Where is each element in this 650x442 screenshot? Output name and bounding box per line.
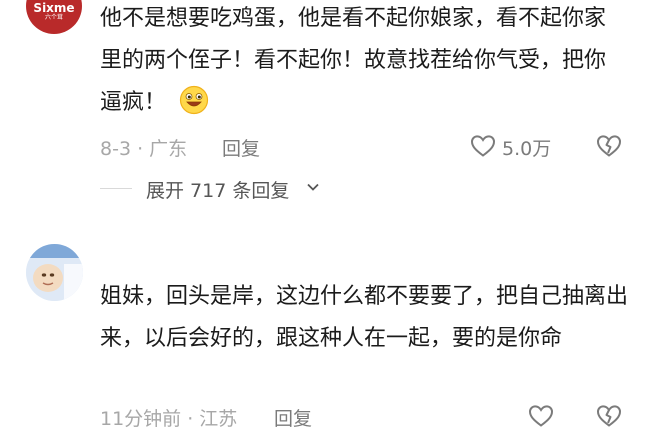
- expand-divider: [100, 188, 132, 189]
- heart-icon[interactable]: [470, 134, 496, 158]
- heart-icon[interactable]: [528, 404, 554, 428]
- comment-text: 他不是想要吃鸡蛋，他是看不起你娘家，看不起你家里的两个侄子！看不起你！故意找茬给…: [100, 0, 620, 124]
- reply-button[interactable]: 回复: [222, 134, 260, 161]
- comment-text: 姐妹，回头是岸，这边什么都不要要了，把自己抽离出来，以后会好的，跟这种人在一起，…: [100, 284, 629, 351]
- avatar-image: [26, 244, 83, 301]
- commenter-avatar[interactable]: Sixme 六个茸: [26, 0, 82, 34]
- like-count: 5.0万: [502, 138, 552, 160]
- avatar-brand-text: Sixme: [33, 1, 75, 15]
- comment-meta: 8-3 · 广东: [100, 138, 188, 160]
- reply-button[interactable]: 回复: [274, 404, 312, 431]
- grinning-face-emoji: [179, 85, 209, 115]
- chevron-down-icon: [307, 183, 319, 191]
- avatar-brand-subtext: 六个茸: [44, 14, 63, 21]
- broken-heart-icon[interactable]: [596, 134, 622, 158]
- broken-heart-icon[interactable]: [596, 404, 622, 428]
- expand-replies-label: 展开 717 条回复: [146, 180, 290, 202]
- comment-body: 他不是想要吃鸡蛋，他是看不起你娘家，看不起你家里的两个侄子！看不起你！故意找茬给…: [100, 6, 607, 115]
- comment-meta: 11分钟前 · 江苏: [100, 408, 238, 430]
- commenter-avatar[interactable]: [26, 244, 83, 301]
